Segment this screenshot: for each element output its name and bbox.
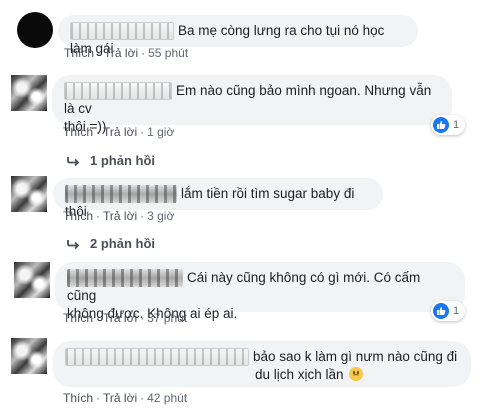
commenter-name-redacted[interactable]: [65, 348, 249, 366]
comment-thread: Ba mẹ còng lưng ra cho tụi nó học làm gá…: [0, 0, 502, 411]
reply-link[interactable]: Trả lời: [103, 311, 137, 325]
commenter-name-redacted[interactable]: [65, 185, 177, 203]
like-link[interactable]: Thích: [64, 46, 94, 60]
comment-text-line1: bảo sao k làm gì nưm nào cũng đi: [253, 349, 458, 364]
separator-dot: ·: [96, 209, 101, 223]
commenter-name-redacted[interactable]: [70, 22, 174, 40]
avatar[interactable]: [11, 338, 47, 374]
reaction-summary[interactable]: 1: [431, 115, 466, 135]
avatar[interactable]: [17, 12, 53, 48]
separator-dot: ·: [140, 391, 145, 405]
thumbs-up-icon: [433, 117, 449, 133]
reaction-count: 1: [453, 119, 460, 131]
avatar[interactable]: [14, 262, 50, 298]
separator-dot: ·: [96, 125, 101, 139]
reply-link[interactable]: Trả lời: [104, 46, 138, 60]
timestamp[interactable]: 1 giờ: [147, 125, 174, 139]
sad-face-emoji-icon: [349, 367, 364, 381]
reaction-summary[interactable]: 1: [431, 301, 466, 321]
separator-dot: ·: [140, 311, 145, 325]
replies-count-label: 2 phản hồi: [90, 236, 155, 251]
avatar[interactable]: [11, 176, 47, 212]
thumbs-up-icon: [433, 303, 449, 319]
replies-count-label: 1 phản hồi: [90, 153, 155, 168]
separator-dot: ·: [96, 391, 101, 405]
like-link[interactable]: Thích: [63, 391, 93, 405]
commenter-name-redacted[interactable]: [67, 269, 183, 287]
comment-bubble: Em nào cũng bảo mình ngoan. Nhưng vẫn là…: [52, 75, 452, 134]
like-link[interactable]: Thích: [63, 311, 93, 325]
comment-bubble: Ba mẹ còng lưng ra cho tụi nó học làm gá…: [58, 15, 418, 56]
separator-dot: ·: [141, 46, 146, 60]
comment-actions: Thích · Trả lời · 1 giờ: [63, 125, 174, 139]
comment-actions: Thích · Trả lời · 3 giờ: [63, 209, 174, 223]
comment-actions: Thích · Trả lời · 55 phút: [64, 46, 188, 60]
comment-bubble: lắm tiền rồi tìm sugar baby đi thôi: [53, 178, 383, 219]
separator-dot: ·: [140, 125, 145, 139]
reply-arrow-icon: [66, 156, 80, 166]
view-replies-link[interactable]: 1 phản hồi: [66, 153, 155, 168]
comment-bubble: bảo sao k làm gì nưm nào cũng đi du lịch…: [53, 341, 471, 387]
timestamp[interactable]: 55 phút: [148, 46, 188, 60]
comment-actions: Thích · Trả lời · 37 phút: [63, 311, 187, 325]
timestamp[interactable]: 42 phút: [147, 391, 187, 405]
comment-text-line2: du lịch xịch lần: [255, 367, 344, 382]
timestamp[interactable]: 37 phút: [147, 311, 187, 325]
comment-actions: Thích · Trả lời · 42 phút: [63, 391, 187, 405]
reply-arrow-icon: [66, 239, 80, 249]
like-link[interactable]: Thích: [63, 125, 93, 139]
like-link[interactable]: Thích: [63, 209, 93, 223]
avatar[interactable]: [11, 75, 47, 111]
reaction-count: 1: [453, 305, 460, 317]
separator-dot: ·: [97, 46, 102, 60]
view-replies-link[interactable]: 2 phản hồi: [66, 236, 155, 251]
reply-link[interactable]: Trả lời: [103, 125, 137, 139]
reply-link[interactable]: Trả lời: [103, 391, 137, 405]
comment-bubble: Cái này cũng không có gì mới. Có cấm cũn…: [55, 262, 465, 321]
commenter-name-redacted[interactable]: [64, 82, 172, 100]
separator-dot: ·: [140, 209, 145, 223]
reply-link[interactable]: Trả lời: [103, 209, 137, 223]
timestamp[interactable]: 3 giờ: [147, 209, 174, 223]
separator-dot: ·: [96, 311, 101, 325]
